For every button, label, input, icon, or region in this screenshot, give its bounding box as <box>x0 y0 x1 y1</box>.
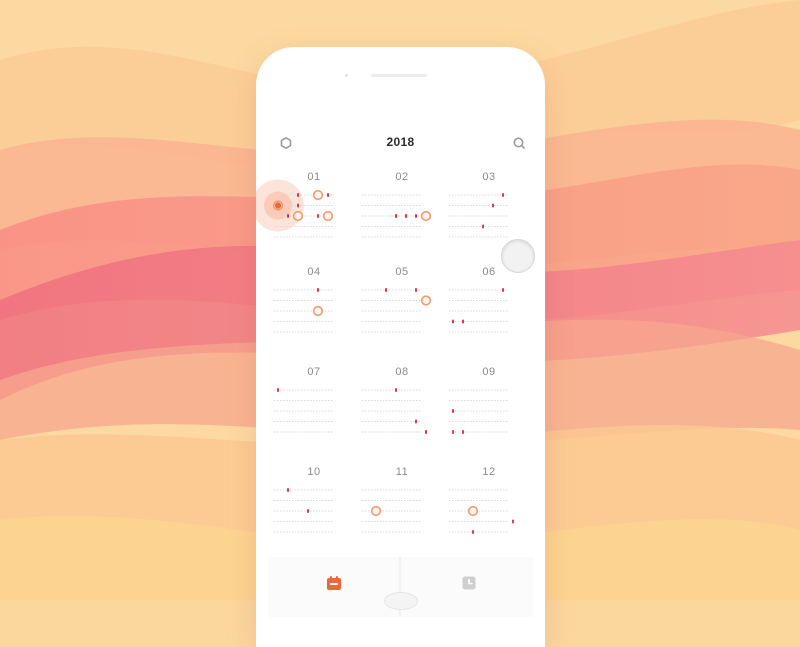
event-marker <box>297 193 299 197</box>
month-label: 08 <box>395 366 409 378</box>
month-days <box>256 179 334 238</box>
month-label: 03 <box>482 171 496 183</box>
event-marker <box>472 530 474 534</box>
camera-dot <box>345 74 348 77</box>
month-label: 11 <box>395 466 409 478</box>
event-marker <box>462 319 464 324</box>
year-month-grid: 01 02 03 04 05 06 07 08 09 10 11 12 <box>256 165 529 545</box>
event-day-ring <box>370 505 382 517</box>
month-days <box>274 388 334 433</box>
event-marker <box>317 214 319 218</box>
month-03[interactable]: 03 <box>449 165 529 245</box>
event-marker <box>502 193 504 197</box>
event-marker <box>307 509 309 513</box>
event-day-ring <box>312 189 324 201</box>
month-10[interactable]: 10 <box>274 460 354 540</box>
event-marker <box>277 388 279 392</box>
event-marker <box>327 193 329 197</box>
event-marker <box>452 430 454 434</box>
month-04[interactable]: 04 <box>274 260 354 340</box>
month-label: 02 <box>395 171 409 183</box>
phone-frame: 2018 01 02 03 04 05 06 07 08 09 10 11 12 <box>256 47 545 647</box>
event-marker <box>287 214 289 218</box>
event-marker <box>395 388 397 392</box>
month-days <box>449 389 509 434</box>
search-icon[interactable] <box>513 137 525 149</box>
month-days <box>362 489 422 533</box>
calendar-header: 2018 <box>256 133 545 153</box>
selected-day-dot <box>274 202 282 209</box>
tab-calendar[interactable] <box>268 557 398 617</box>
month-days <box>362 194 432 238</box>
month-days <box>449 193 509 238</box>
event-marker <box>452 409 454 413</box>
month-days <box>362 288 432 333</box>
floating-action-button[interactable] <box>501 239 535 273</box>
month-label: 12 <box>482 466 496 478</box>
event-marker <box>492 203 494 208</box>
event-day-ring <box>467 505 479 517</box>
month-label: 09 <box>482 366 496 378</box>
event-marker <box>425 430 427 434</box>
event-marker <box>287 488 289 492</box>
month-label: 07 <box>307 366 321 378</box>
month-label: 04 <box>307 266 321 278</box>
year-title: 2018 <box>386 135 415 149</box>
event-day-ring <box>322 210 334 222</box>
event-day-ring <box>420 210 432 222</box>
month-days <box>274 288 334 333</box>
month-09[interactable]: 09 <box>449 360 529 440</box>
month-01[interactable]: 01 <box>256 165 354 245</box>
event-marker <box>297 203 299 208</box>
month-days <box>274 488 334 533</box>
month-days <box>449 489 514 534</box>
speaker-grille <box>371 74 427 77</box>
event-marker <box>395 214 397 218</box>
month-05[interactable]: 05 <box>362 260 442 340</box>
month-07[interactable]: 07 <box>274 360 354 440</box>
event-marker <box>415 419 417 424</box>
home-indicator <box>384 592 418 610</box>
event-marker <box>502 288 504 292</box>
month-12[interactable]: 12 <box>449 460 529 540</box>
month-days <box>362 388 427 434</box>
event-marker <box>415 214 417 218</box>
event-marker <box>405 214 407 218</box>
event-marker <box>415 288 417 292</box>
event-marker <box>452 319 454 324</box>
event-marker <box>385 288 387 292</box>
month-label: 05 <box>395 266 409 278</box>
event-marker <box>462 430 464 434</box>
calendar-icon <box>327 576 341 590</box>
month-label: 10 <box>307 466 321 478</box>
event-day-ring <box>312 305 324 317</box>
tab-clock[interactable] <box>403 557 533 617</box>
month-11[interactable]: 11 <box>362 460 442 540</box>
event-marker <box>317 288 319 292</box>
event-marker <box>482 224 484 229</box>
month-02[interactable]: 02 <box>362 165 442 245</box>
event-day-ring <box>292 210 304 222</box>
month-08[interactable]: 08 <box>362 360 442 440</box>
month-days <box>449 288 509 333</box>
event-day-ring <box>420 295 432 306</box>
event-marker <box>512 519 514 524</box>
clock-icon <box>462 576 476 590</box>
